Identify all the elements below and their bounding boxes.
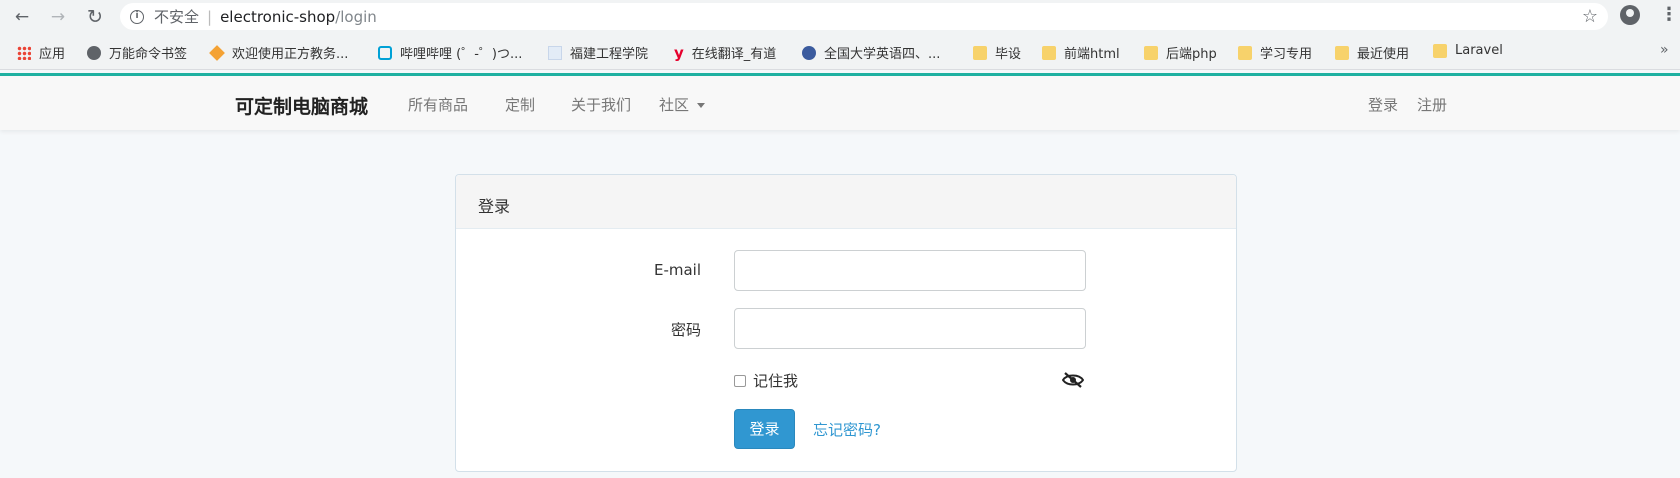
back-icon[interactable]: ← [11,6,33,28]
folder-icon [1144,45,1158,60]
password-label: 密码 [670,321,701,339]
nav-community-dropdown[interactable]: 社区 [659,94,706,115]
bookmark-item[interactable]: 哔哩哔哩 (゜-゜)つ... [378,43,522,62]
bookmark-folder[interactable]: Laravel [1433,43,1503,58]
url-path: /login [335,7,377,26]
nav-customize[interactable]: 定制 [505,94,535,115]
bookmarks-more-icon[interactable]: » [1660,42,1669,58]
bookmark-label: Laravel [1455,43,1503,58]
bookmark-apps[interactable]: 应用 [17,43,65,62]
browser-toolbar: ← → ↻ i 不安全 | electronic-shop /login ☆ ⋮ [0,0,1680,34]
nav-about-us[interactable]: 关于我们 [571,94,631,115]
apps-icon [17,45,31,60]
remember-label: 记住我 [753,372,799,390]
bookmark-label: 在线翻译_有道 [691,47,777,62]
bookmark-label: 后端php [1166,47,1217,62]
password-field[interactable] [734,308,1086,349]
bookmark-label: 全国大学英语四、... [824,47,941,62]
bookmark-item[interactable]: 万能命令书签 [87,43,187,62]
eye-slash-icon[interactable] [1062,372,1084,388]
reload-icon[interactable]: ↻ [84,6,106,28]
login-panel-heading: 登录 [456,175,1236,229]
seal-icon [802,45,816,60]
bookmark-item[interactable]: y 在线翻译_有道 [674,43,776,62]
page-icon [548,45,562,60]
folder-icon [1335,45,1349,60]
bookmark-label: 福建工程学院 [570,47,649,62]
bookmark-label: 欢迎使用正方教务... [232,47,349,62]
bookmark-label: 万能命令书签 [109,47,188,62]
folder-icon [973,45,987,60]
folder-icon [1238,45,1252,60]
url-separator: | [207,7,213,26]
brand-link[interactable]: 可定制电脑商城 [235,92,368,119]
youdao-icon: y [674,43,684,62]
forward-icon[interactable]: → [47,6,69,28]
forgot-password-link[interactable]: 忘记密码? [813,419,881,440]
bookmark-item[interactable]: 欢迎使用正方教务... [209,43,349,62]
login-panel: 登录 E-mail 密码 记住我 登录 忘记密码? [455,174,1237,472]
folder-icon [1042,45,1056,60]
bilibili-icon [378,45,392,60]
bookmark-folder[interactable]: 前端html [1042,43,1120,62]
bookmarks-bar: 应用 万能命令书签 欢迎使用正方教务... 哔哩哔哩 (゜-゜)つ... 福建工… [0,34,1680,70]
globe-icon [87,45,101,60]
remember-checkbox[interactable] [734,374,746,387]
insecure-label: 不安全 [154,8,200,26]
folder-icon [1433,43,1447,58]
bookmark-folder[interactable]: 学习专用 [1238,43,1312,62]
bookmark-label: 哔哩哔哩 (゜-゜)つ... [400,47,523,62]
bookmark-label: 毕设 [995,47,1022,62]
nav-register[interactable]: 注册 [1417,94,1447,115]
cube-icon [209,44,225,61]
caret-down-icon [697,103,706,108]
site-navbar: 可定制电脑商城 所有商品 定制 关于我们 社区 登录 注册 [0,76,1680,130]
nav-community-label: 社区 [659,96,690,114]
remember-me[interactable]: 记住我 [734,370,798,391]
bookmark-label: 应用 [39,47,66,62]
bookmark-label: 前端html [1064,47,1120,62]
bookmark-item[interactable]: 福建工程学院 [548,43,648,62]
bookmark-label: 最近使用 [1357,47,1410,62]
bookmark-item[interactable]: 全国大学英语四、... [802,43,940,62]
email-field[interactable] [734,250,1086,291]
bookmark-folder[interactable]: 后端php [1144,43,1217,62]
menu-icon[interactable]: ⋮ [1660,5,1678,25]
email-label: E-mail [653,261,701,279]
bookmark-folder[interactable]: 最近使用 [1335,43,1409,62]
address-bar[interactable]: i 不安全 | electronic-shop /login ☆ [120,3,1608,30]
url-host: electronic-shop [220,7,336,26]
nav-all-products[interactable]: 所有商品 [408,94,468,115]
bookmark-folder[interactable]: 毕设 [973,43,1021,62]
star-icon[interactable]: ☆ [1582,6,1598,27]
info-icon[interactable]: i [130,9,144,24]
profile-icon[interactable] [1620,5,1640,25]
nav-login[interactable]: 登录 [1368,94,1398,115]
bookmark-label: 学习专用 [1260,47,1313,62]
login-button[interactable]: 登录 [734,409,795,449]
